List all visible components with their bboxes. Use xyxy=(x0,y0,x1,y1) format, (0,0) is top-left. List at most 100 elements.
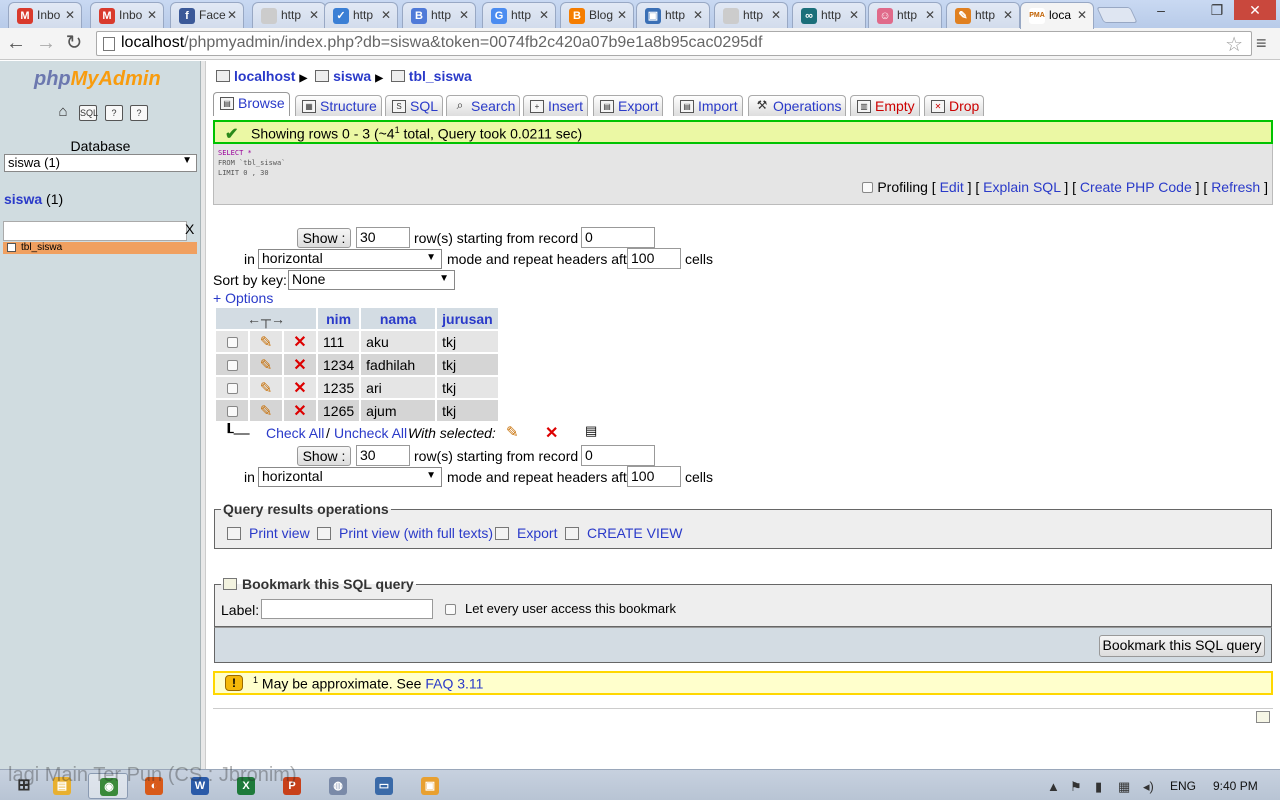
bulk-edit-pencil-icon[interactable]: ✎ xyxy=(506,423,519,441)
browser-tab[interactable]: Ghttp ✕ xyxy=(482,2,556,28)
sort-key-select[interactable]: None ▼ xyxy=(288,270,455,290)
print-view-link[interactable]: Print view xyxy=(227,525,310,541)
delete-icon[interactable]: ✕ xyxy=(293,403,306,420)
browser-tab[interactable]: ☺ http ✕ xyxy=(868,2,942,28)
browser-tab[interactable]: ✓ http ✕ xyxy=(324,2,398,28)
flag-icon[interactable]: ⚑ xyxy=(1070,779,1082,795)
row-checkbox[interactable] xyxy=(226,382,238,394)
edit-pencil-icon[interactable]: ✎ xyxy=(260,334,273,351)
taskbar-app[interactable]: ◍ xyxy=(318,773,358,799)
show-button-top[interactable]: Show : xyxy=(297,228,351,248)
tab-operations[interactable]: ⚒ Operations xyxy=(748,95,847,116)
clock[interactable]: 9:40 PM xyxy=(1213,779,1258,793)
taskbar-app[interactable]: ▣ xyxy=(410,773,450,799)
table-filter-input[interactable] xyxy=(3,221,187,241)
browser-tab[interactable]: Bhttp ✕ xyxy=(402,2,476,28)
close-tab-icon[interactable]: ✕ xyxy=(1003,8,1013,22)
uncheck-all-link[interactable]: Uncheck All xyxy=(334,425,407,441)
edit-pencil-icon[interactable]: ✎ xyxy=(260,357,273,374)
browser-tab[interactable]: ∞ http ✕ xyxy=(792,2,866,28)
close-tab-icon[interactable]: ✕ xyxy=(771,8,781,22)
row-checkbox[interactable] xyxy=(226,359,238,371)
close-tab-icon[interactable]: ✕ xyxy=(459,8,469,22)
database-link[interactable]: siswa (1) xyxy=(4,191,63,207)
close-tab-icon[interactable]: ✕ xyxy=(693,8,703,22)
tab-search[interactable]: ⌕ Search xyxy=(446,95,521,116)
browser-tab[interactable]: http ✕ xyxy=(714,2,788,28)
tab-insert[interactable]: + Insert xyxy=(523,95,589,116)
back-icon[interactable]: ← xyxy=(4,32,28,56)
tab-import[interactable]: ▤ Import xyxy=(673,95,743,116)
bookmark-query-button[interactable]: Bookmark this SQL query xyxy=(1099,635,1265,657)
bulk-export-icon[interactable]: ▤ xyxy=(585,423,597,439)
tab-structure[interactable]: ▦ Structure xyxy=(295,95,382,116)
rows-input-top[interactable]: 30 xyxy=(356,227,410,248)
print-view-full-link[interactable]: Print view (with full texts) xyxy=(317,525,493,541)
edit-pencil-icon[interactable]: ✎ xyxy=(260,403,273,420)
close-tab-icon[interactable]: ✕ xyxy=(227,8,237,22)
tab-browse[interactable]: ▤ Browse xyxy=(213,92,290,116)
display-mode-select-top[interactable]: horizontal ▼ xyxy=(258,249,442,269)
repeat-headers-input-top[interactable]: 100 xyxy=(627,248,681,269)
column-resize-handle[interactable]: ←┬→ xyxy=(216,308,316,329)
bulk-delete-icon[interactable]: ✕ xyxy=(545,423,558,443)
breadcrumb-table[interactable]: tbl_siswa xyxy=(409,68,472,84)
column-header-nim[interactable]: nim xyxy=(318,308,360,329)
chrome-menu-icon[interactable]: ≡ xyxy=(1256,34,1272,52)
tab-sql[interactable]: S SQL xyxy=(385,95,444,116)
filter-clear-button[interactable]: X xyxy=(185,221,194,237)
edit-pencil-icon[interactable]: ✎ xyxy=(260,380,273,397)
browser-tab[interactable]: M Inbo ✕ xyxy=(90,2,164,28)
show-hidden-icons[interactable]: ▲ xyxy=(1047,779,1060,794)
repeat-headers-input-bottom[interactable]: 100 xyxy=(627,466,681,487)
documentation-icon[interactable]: ? xyxy=(105,105,123,121)
database-select[interactable]: siswa (1) ▼ xyxy=(4,154,197,172)
close-tab-icon[interactable]: ✕ xyxy=(381,8,391,22)
breadcrumb-database[interactable]: siswa xyxy=(333,68,371,84)
create-php-link[interactable]: Create PHP Code xyxy=(1080,179,1192,195)
check-all-link[interactable]: Check All xyxy=(266,425,324,441)
phpmyadmin-logo[interactable]: phpMyAdmin xyxy=(34,68,161,91)
battery-icon[interactable]: ▮ xyxy=(1095,779,1102,795)
rows-input-bottom[interactable]: 30 xyxy=(356,445,410,466)
refresh-link[interactable]: Refresh xyxy=(1211,179,1260,195)
show-button-bottom[interactable]: Show : xyxy=(297,446,351,466)
start-record-input-bottom[interactable]: 0 xyxy=(581,445,655,466)
bookmark-public-checkbox[interactable] xyxy=(445,604,456,615)
delete-icon[interactable]: ✕ xyxy=(293,357,306,374)
input-language[interactable]: ENG xyxy=(1170,779,1196,793)
window-close-icon[interactable]: ✕ xyxy=(1234,0,1276,20)
reload-icon[interactable]: ↻ xyxy=(62,32,86,56)
query-window-icon[interactable]: SQL xyxy=(79,105,98,121)
sidebar-item-tbl-siswa[interactable]: tbl_siswa xyxy=(3,242,197,254)
explain-sql-link[interactable]: Explain SQL xyxy=(983,179,1060,195)
browser-tab[interactable]: http ✕ xyxy=(252,2,326,28)
close-tab-icon[interactable]: ✕ xyxy=(539,8,549,22)
bookmark-star-icon[interactable]: ☆ xyxy=(1225,32,1243,57)
forward-icon[interactable]: → xyxy=(34,32,58,56)
tab-export[interactable]: ▤ Export xyxy=(593,95,664,116)
close-tab-icon[interactable]: ✕ xyxy=(147,8,157,22)
display-mode-select-bottom[interactable]: horizontal ▼ xyxy=(258,467,442,487)
close-tab-icon[interactable]: ✕ xyxy=(65,8,75,22)
browser-tab[interactable]: f Face ✕ xyxy=(170,2,244,28)
console-icon[interactable] xyxy=(1256,711,1270,723)
options-toggle[interactable]: + Options xyxy=(213,290,273,306)
row-checkbox[interactable] xyxy=(226,405,238,417)
browser-tab[interactable]: PMA loca ✕ xyxy=(1020,2,1094,29)
row-checkbox[interactable] xyxy=(226,336,238,348)
close-tab-icon[interactable]: ✕ xyxy=(617,8,627,22)
address-bar[interactable]: localhost/phpmyadmin/index.php?db=siswa&… xyxy=(96,31,1252,56)
browser-tab[interactable]: ▣ http ✕ xyxy=(636,2,710,28)
edit-sql-link[interactable]: Edit xyxy=(940,179,964,195)
export-link[interactable]: Export xyxy=(495,525,557,541)
close-tab-icon[interactable]: ✕ xyxy=(849,8,859,22)
volume-icon[interactable]: ◂) xyxy=(1143,779,1154,795)
browser-tab[interactable]: M Inbo ✕ xyxy=(8,2,82,28)
start-record-input-top[interactable]: 0 xyxy=(581,227,655,248)
new-tab-button[interactable] xyxy=(1096,7,1138,23)
bookmark-label-input[interactable] xyxy=(261,599,433,619)
mysql-docs-icon[interactable]: ? xyxy=(130,105,148,121)
tab-empty[interactable]: ▥ Empty xyxy=(850,95,920,116)
maximize-icon[interactable]: ❐ xyxy=(1202,0,1232,20)
